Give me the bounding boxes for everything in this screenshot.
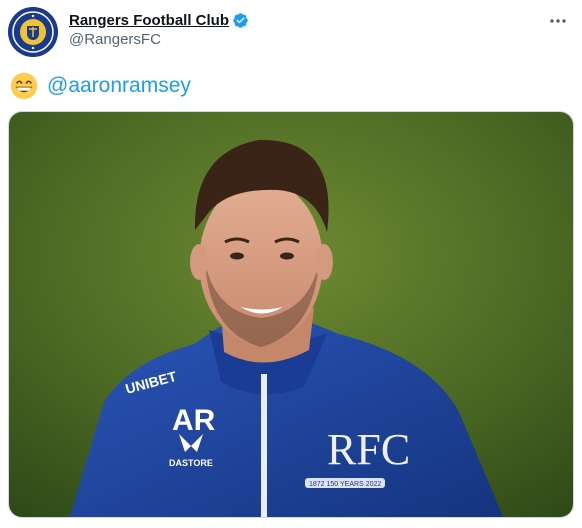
- shirt-initials: AR: [172, 404, 216, 437]
- rangers-crest-icon: [8, 7, 58, 57]
- mention-link[interactable]: @aaronramsey: [47, 74, 191, 98]
- tweet-card: Rangers Football Club @RangersFC @aaronr…: [0, 0, 582, 528]
- tweet-text: @aaronramsey: [10, 70, 191, 102]
- more-icon[interactable]: [546, 9, 570, 33]
- grinning-emoji-icon: [10, 72, 38, 100]
- author-names: Rangers Football Club @RangersFC: [69, 10, 249, 48]
- player-photo: UNIBET AR DASTORE RFC 1872 150 YEARS 202…: [9, 112, 573, 517]
- shirt-brand: DASTORE: [169, 458, 213, 468]
- verified-badge-icon: [233, 12, 248, 28]
- author-handle[interactable]: @RangersFC: [69, 31, 249, 48]
- avatar[interactable]: [8, 7, 58, 57]
- tweet-photo[interactable]: UNIBET AR DASTORE RFC 1872 150 YEARS 202…: [8, 111, 574, 518]
- display-name-row: Rangers Football Club: [69, 10, 249, 30]
- rangers-badge-icon: RFC: [327, 425, 410, 474]
- display-name[interactable]: Rangers Football Club: [69, 12, 229, 29]
- crest-banner: 1872 150 YEARS 2022: [309, 481, 381, 488]
- tweet-header: Rangers Football Club @RangersFC: [8, 7, 574, 57]
- svg-text:RFC: RFC: [327, 425, 410, 474]
